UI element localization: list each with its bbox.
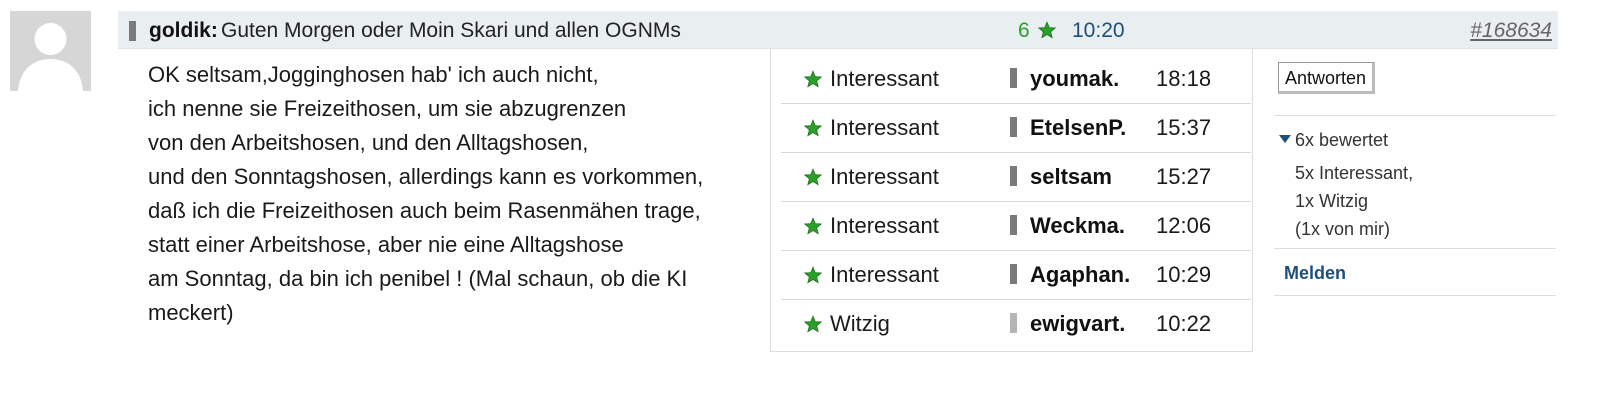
rating-row: Interessant Weckma. 12:06 — [781, 201, 1251, 251]
post-body-line: ich nenne sie Freizeithosen, um sie abzu… — [148, 96, 627, 121]
rating-user[interactable]: EtelsenP. — [1030, 115, 1126, 141]
ratings-list: Interessant youmak. 18:18 Interessant Et… — [770, 49, 1253, 352]
star-icon — [803, 217, 823, 240]
rating-type: Interessant — [830, 66, 939, 91]
post-body-line: daß ich die Freizeithosen auch beim Rase… — [148, 198, 701, 223]
post-author[interactable]: goldik: — [149, 19, 218, 43]
rating-time: 15:37 — [1156, 115, 1212, 140]
star-icon — [803, 168, 823, 191]
rating-row: Interessant Agaphan. 10:29 — [781, 250, 1251, 300]
rating-user[interactable]: seltsam — [1030, 164, 1112, 190]
post-body-line: statt einer Arbeitshose, aber nie eine A… — [148, 232, 624, 257]
rating-time: 10:29 — [1156, 262, 1212, 287]
post-body-line: meckert) — [148, 300, 234, 325]
rating-row: Interessant youmak. 18:18 — [781, 54, 1251, 104]
user-status-bar — [1010, 215, 1017, 235]
post-title: Guten Morgen oder Moin Skari und allen O… — [221, 19, 681, 42]
rating-type: Witzig — [830, 311, 890, 336]
avatar[interactable] — [10, 11, 91, 91]
user-status-bar — [1010, 313, 1017, 333]
divider — [1274, 248, 1556, 249]
ratings-summary-line: 5x Interessant, — [1295, 163, 1414, 183]
post-body-line: und den Sonntagshosen, allerdings kann e… — [148, 164, 704, 189]
user-silhouette-icon — [10, 11, 91, 91]
post-body-line: OK seltsam,Jogginghosen hab' ich auch ni… — [148, 62, 599, 87]
author-status-bar — [129, 21, 136, 41]
divider — [1274, 115, 1556, 116]
post-body: OK seltsam,Jogginghosen hab' ich auch ni… — [148, 58, 758, 330]
rating-time: 10:22 — [1156, 311, 1212, 336]
post-time: 10:20 — [1072, 19, 1125, 42]
ratings-summary-toggle[interactable]: 6x bewertet — [1279, 130, 1388, 151]
post-permalink[interactable]: #168634 — [1470, 19, 1552, 43]
caret-down-icon — [1279, 135, 1291, 144]
rating-time: 15:27 — [1156, 164, 1212, 189]
report-link[interactable]: Melden — [1284, 263, 1346, 284]
ratings-summary: 5x Interessant, 1x Witzig (1x von mir) — [1295, 159, 1413, 243]
user-status-bar — [1010, 68, 1017, 88]
post-header: goldik: Guten Morgen oder Moin Skari und… — [118, 11, 1558, 49]
rating-type: Interessant — [830, 164, 939, 189]
rating-user[interactable]: Weckma. — [1030, 213, 1125, 239]
rating-type: Interessant — [830, 115, 939, 140]
post-body-line: am Sonntag, da bin ich penibel ! (Mal sc… — [148, 266, 688, 291]
ratings-summary-line: (1x von mir) — [1295, 219, 1391, 239]
user-status-bar — [1010, 264, 1017, 284]
user-status-bar — [1010, 166, 1017, 186]
rating-type: Interessant — [830, 262, 939, 287]
rating-type: Interessant — [830, 213, 939, 238]
rating-row: Interessant seltsam 15:27 — [781, 152, 1251, 202]
star-icon — [803, 266, 823, 289]
rating-row: Interessant EtelsenP. 15:37 — [781, 103, 1251, 153]
rating-user[interactable]: Agaphan. — [1030, 262, 1130, 288]
post-body-line: von den Arbeitshosen, und den Alltagshos… — [148, 130, 589, 155]
star-icon — [803, 315, 823, 338]
reply-button[interactable]: Antworten — [1278, 62, 1376, 94]
rating-row: Witzig ewigvart. 10:22 — [781, 299, 1251, 348]
star-icon — [1037, 21, 1057, 44]
star-icon — [803, 70, 823, 93]
star-icon — [803, 119, 823, 142]
rating-time: 12:06 — [1156, 213, 1212, 238]
rating-user[interactable]: ewigvart. — [1030, 311, 1125, 337]
user-status-bar — [1010, 117, 1017, 137]
rating-user[interactable]: youmak. — [1030, 66, 1119, 92]
ratings-summary-label: 6x bewertet — [1295, 130, 1389, 150]
ratings-summary-line: 1x Witzig — [1295, 191, 1369, 211]
rating-time: 18:18 — [1156, 66, 1212, 91]
divider — [1274, 295, 1556, 296]
post-score: 6 — [1018, 19, 1030, 42]
